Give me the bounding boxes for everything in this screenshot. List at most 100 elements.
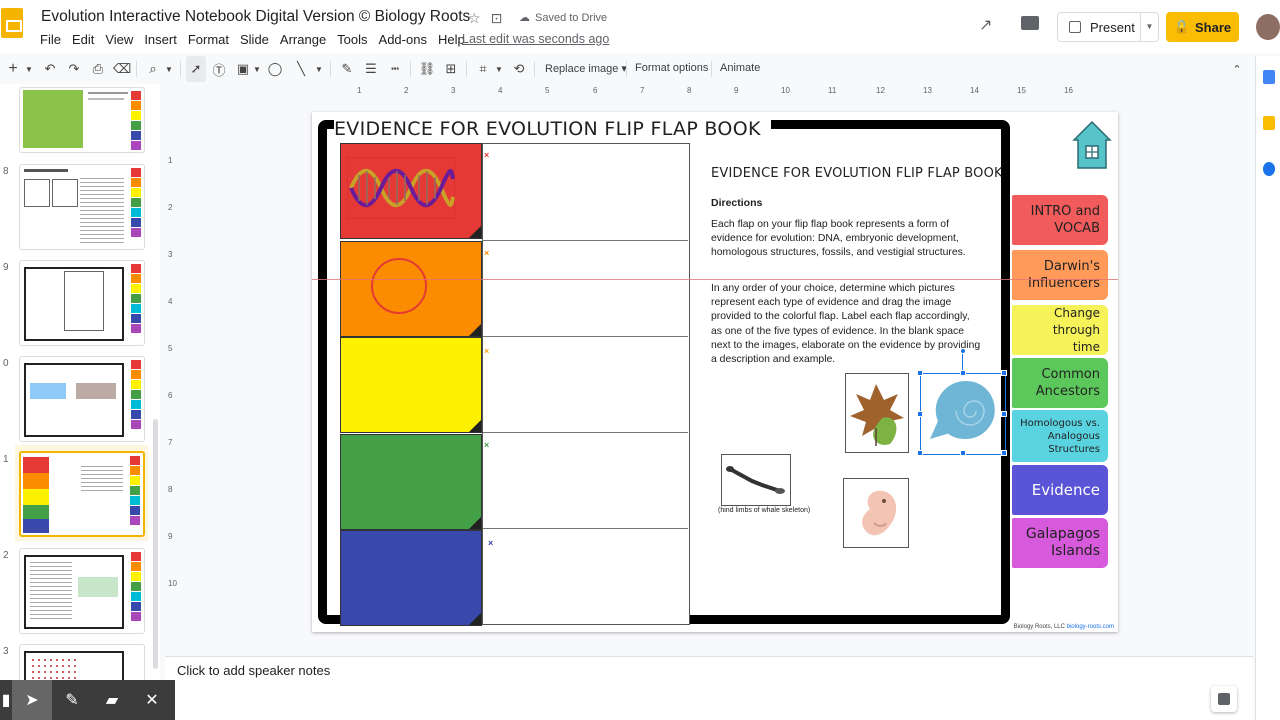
leaves-image[interactable] (845, 373, 909, 453)
flap-blue[interactable] (340, 530, 482, 626)
tab-galapagos-islands[interactable]: Galapagos Islands (1012, 518, 1108, 568)
filmstrip-scrollbar[interactable] (153, 419, 158, 669)
slide-thumbnail[interactable] (19, 164, 145, 250)
pointer-icon[interactable]: ➤ (12, 680, 52, 720)
comment-icon[interactable] (1021, 16, 1039, 30)
menu-edit[interactable]: Edit (72, 32, 100, 47)
slide-thumbnail[interactable] (19, 548, 145, 634)
new-slide-icon[interactable]: + (6, 56, 20, 82)
paint-format-icon[interactable]: ⌫ (113, 56, 131, 82)
resize-handle[interactable] (1001, 411, 1007, 417)
replace-image-button[interactable]: Replace image ▾ (545, 62, 627, 75)
star-icon[interactable]: ☆ (468, 10, 481, 27)
print-icon[interactable]: ⎙ (90, 56, 106, 82)
slide-thumbnail[interactable] (19, 644, 145, 682)
speaker-notes-placeholder[interactable]: Click to add speaker notes (177, 663, 330, 678)
activity-icon[interactable]: ↗ (979, 15, 992, 35)
animate-button[interactable]: Animate (720, 62, 760, 74)
last-edit-link[interactable]: Last edit was seconds ago (462, 32, 609, 46)
add-comment-icon[interactable]: ⊞ (442, 56, 460, 82)
keep-icon[interactable] (1263, 116, 1275, 130)
zoom-dropdown[interactable]: ▼ (164, 56, 174, 82)
slide-thumbnail[interactable] (19, 87, 145, 153)
calendar-icon[interactable] (1263, 70, 1275, 84)
marker-icon[interactable]: ▰ (92, 680, 132, 720)
tasks-icon[interactable] (1263, 162, 1275, 176)
x-mark-red[interactable]: × (484, 150, 489, 160)
book-title[interactable]: EVIDENCE FOR EVOLUTION FLIP FLAP BOOK (334, 118, 771, 140)
resize-handle[interactable] (917, 450, 923, 456)
tab-common-ancestors[interactable]: Common Ancestors (1012, 358, 1108, 408)
zoom-icon[interactable]: ⌕ (144, 56, 162, 82)
present-dropdown[interactable]: ▼ (1140, 13, 1158, 41)
close-icon[interactable]: ✕ (132, 680, 172, 720)
border-weight-icon[interactable]: ☰ (362, 56, 380, 82)
resize-handle[interactable] (1001, 370, 1007, 376)
resize-handle[interactable] (960, 450, 966, 456)
folder-move-icon[interactable]: ⊡ (491, 10, 503, 27)
flap-yellow[interactable] (340, 337, 482, 433)
tab-evidence[interactable]: Evidence (1012, 465, 1108, 515)
line-icon[interactable]: ╲ (292, 56, 310, 82)
slide-canvas[interactable]: EVIDENCE FOR EVOLUTION FLIP FLAP BOOK × … (312, 112, 1118, 632)
speaker-notes[interactable]: Click to add speaker notes (165, 656, 1253, 720)
x-mark-orange[interactable]: × (484, 248, 489, 258)
collapse-toolbar-icon[interactable]: ⌃ (1230, 56, 1244, 82)
share-button[interactable]: 🔒 Share (1166, 12, 1239, 42)
present-button[interactable]: Present ▼ (1057, 12, 1159, 42)
tab-homologous-analogous[interactable]: Homologous vs. Analogous Structures (1012, 410, 1108, 462)
vertical-ruler[interactable]: 1 2 3 4 5 6 7 8 9 10 (166, 112, 177, 632)
rotate-handle[interactable] (960, 348, 966, 354)
description-panel[interactable] (482, 143, 690, 625)
directions-paragraph-1[interactable]: Each flap on your flip flap book represe… (711, 218, 981, 261)
flap-orange[interactable] (340, 241, 482, 337)
slides-logo-icon[interactable] (1, 8, 23, 38)
circle-shape[interactable] (371, 258, 427, 314)
x-mark-green[interactable]: × (484, 440, 489, 450)
tab-intro-vocab[interactable]: INTRO and VOCAB (1012, 195, 1108, 245)
whale-caption[interactable]: (hind limbs of whale skeleton) (718, 507, 810, 514)
x-mark-yellow[interactable]: × (484, 346, 489, 356)
select-tool-icon[interactable]: ➚ (186, 56, 206, 82)
menu-format[interactable]: Format (188, 32, 235, 47)
resize-handle[interactable] (917, 370, 923, 376)
whale-bone-image[interactable] (721, 454, 791, 506)
embryo-image[interactable] (843, 478, 909, 548)
dna-image[interactable] (347, 157, 455, 219)
resize-handle[interactable] (960, 370, 966, 376)
border-color-icon[interactable]: ✎ (338, 56, 356, 82)
tab-change-through-time[interactable]: Change through time (1012, 305, 1108, 355)
reset-image-icon[interactable]: ⟲ (510, 56, 528, 82)
explore-icon[interactable] (1211, 686, 1237, 712)
undo-icon[interactable]: ↶ (42, 56, 58, 82)
line-dropdown[interactable]: ▼ (314, 56, 324, 82)
format-options-button[interactable]: Format options (635, 62, 708, 74)
menu-addons[interactable]: Add-ons (379, 32, 433, 47)
slide-thumbnail[interactable] (19, 260, 145, 346)
directions-paragraph-2[interactable]: In any order of your choice, determine w… (711, 282, 981, 367)
image-dropdown[interactable]: ▼ (252, 56, 262, 82)
home-icon[interactable] (1072, 120, 1112, 170)
pen-icon[interactable]: ✎ (52, 680, 92, 720)
flap-green[interactable] (340, 434, 482, 530)
slide-thumbnail-current[interactable] (19, 451, 145, 537)
instructions-title[interactable]: EVIDENCE FOR EVOLUTION FLIP FLAP BOOK (711, 166, 1003, 181)
horizontal-ruler[interactable]: 1 2 3 4 5 6 7 8 9 10 11 12 13 14 15 16 (312, 86, 1118, 96)
tab-darwins-influencers[interactable]: Darwin's Influencers (1012, 250, 1108, 300)
menu-view[interactable]: View (105, 32, 139, 47)
image-icon[interactable]: ▣ (234, 56, 252, 82)
document-title[interactable]: Evolution Interactive Notebook Digital V… (41, 8, 470, 26)
link-icon[interactable]: ⛓ (418, 56, 436, 82)
resize-handle[interactable] (1001, 450, 1007, 456)
resize-handle[interactable] (917, 411, 923, 417)
redo-icon[interactable]: ↷ (66, 56, 82, 82)
mask-dropdown[interactable]: ▼ (494, 56, 504, 82)
x-mark-blue[interactable]: × (488, 538, 493, 548)
text-box-icon[interactable]: Ⓣ (210, 56, 228, 82)
annotation-grip[interactable]: ▮ (0, 680, 12, 720)
menu-arrange[interactable]: Arrange (280, 32, 332, 47)
border-dash-icon[interactable]: ┅ (386, 56, 404, 82)
credit-link[interactable]: biology-roots.com (1067, 624, 1114, 630)
selection-box[interactable] (917, 348, 1007, 456)
crop-icon[interactable]: ⌗ (474, 56, 492, 82)
